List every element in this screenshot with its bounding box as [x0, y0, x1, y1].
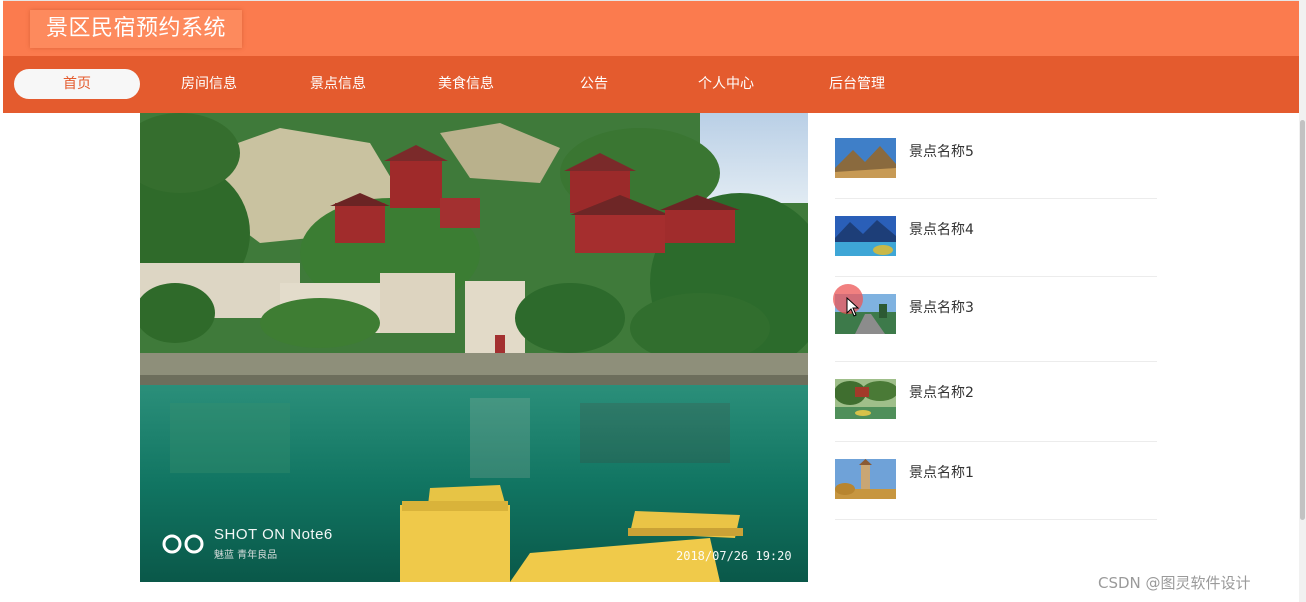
list-item[interactable]: 景点名称5 [835, 121, 1157, 199]
park-photo-icon[interactable] [835, 379, 896, 419]
scrollbar-thumb[interactable] [1300, 120, 1305, 520]
list-item[interactable]: 景点名称3 [835, 277, 1157, 362]
camera-brand-icon [162, 534, 204, 554]
spot-name[interactable]: 景点名称5 [909, 141, 974, 161]
nav-admin[interactable]: 后台管理 [794, 69, 920, 99]
spot-name[interactable]: 景点名称4 [909, 219, 974, 239]
page-scrollbar[interactable] [1299, 0, 1306, 602]
photo-timestamp: 2018/07/26 19:20 [676, 549, 792, 563]
csdn-watermark: CSDN @图灵软件设计 [1098, 574, 1251, 592]
nav-user-center[interactable]: 个人中心 [663, 69, 789, 99]
photo-watermark-title: SHOT ON Note6 [214, 526, 333, 543]
banner-photo [140, 113, 808, 582]
spot-name[interactable]: 景点名称3 [909, 297, 974, 317]
mouse-cursor-icon [846, 297, 860, 317]
tower-photo-icon[interactable] [835, 459, 896, 499]
photo-watermark-subtitle: 魅蓝 青年良品 [214, 550, 278, 561]
banner-carousel[interactable]: SHOT ON Note6 魅蓝 青年良品 2018/07/26 19:20 [140, 113, 808, 582]
list-item[interactable]: 景点名称2 [835, 362, 1157, 442]
nav-announcement[interactable]: 公告 [531, 69, 657, 99]
list-item[interactable]: 景点名称4 [835, 199, 1157, 277]
spot-name[interactable]: 景点名称1 [909, 462, 974, 482]
scenic-spot-list: 景点名称5 景点名称4 景点名称3 景点名称2 景点名称1 [835, 121, 1157, 520]
nav-scenic-info[interactable]: 景点信息 [275, 69, 401, 99]
spot-name[interactable]: 景点名称2 [909, 382, 974, 402]
list-item[interactable]: 景点名称1 [835, 442, 1157, 520]
main-nav: 首页 房间信息 景点信息 美食信息 公告 个人中心 后台管理 [3, 56, 1299, 113]
site-title[interactable]: 景区民宿预约系统 [30, 10, 243, 48]
nav-food-info[interactable]: 美食信息 [403, 69, 529, 99]
header-bar: 景区民宿预约系统 [3, 0, 1299, 56]
lake-photo-icon[interactable] [835, 216, 896, 256]
nav-home[interactable]: 首页 [14, 69, 140, 99]
nav-room-info[interactable]: 房间信息 [146, 69, 272, 99]
mountain-photo-icon[interactable] [835, 138, 896, 178]
